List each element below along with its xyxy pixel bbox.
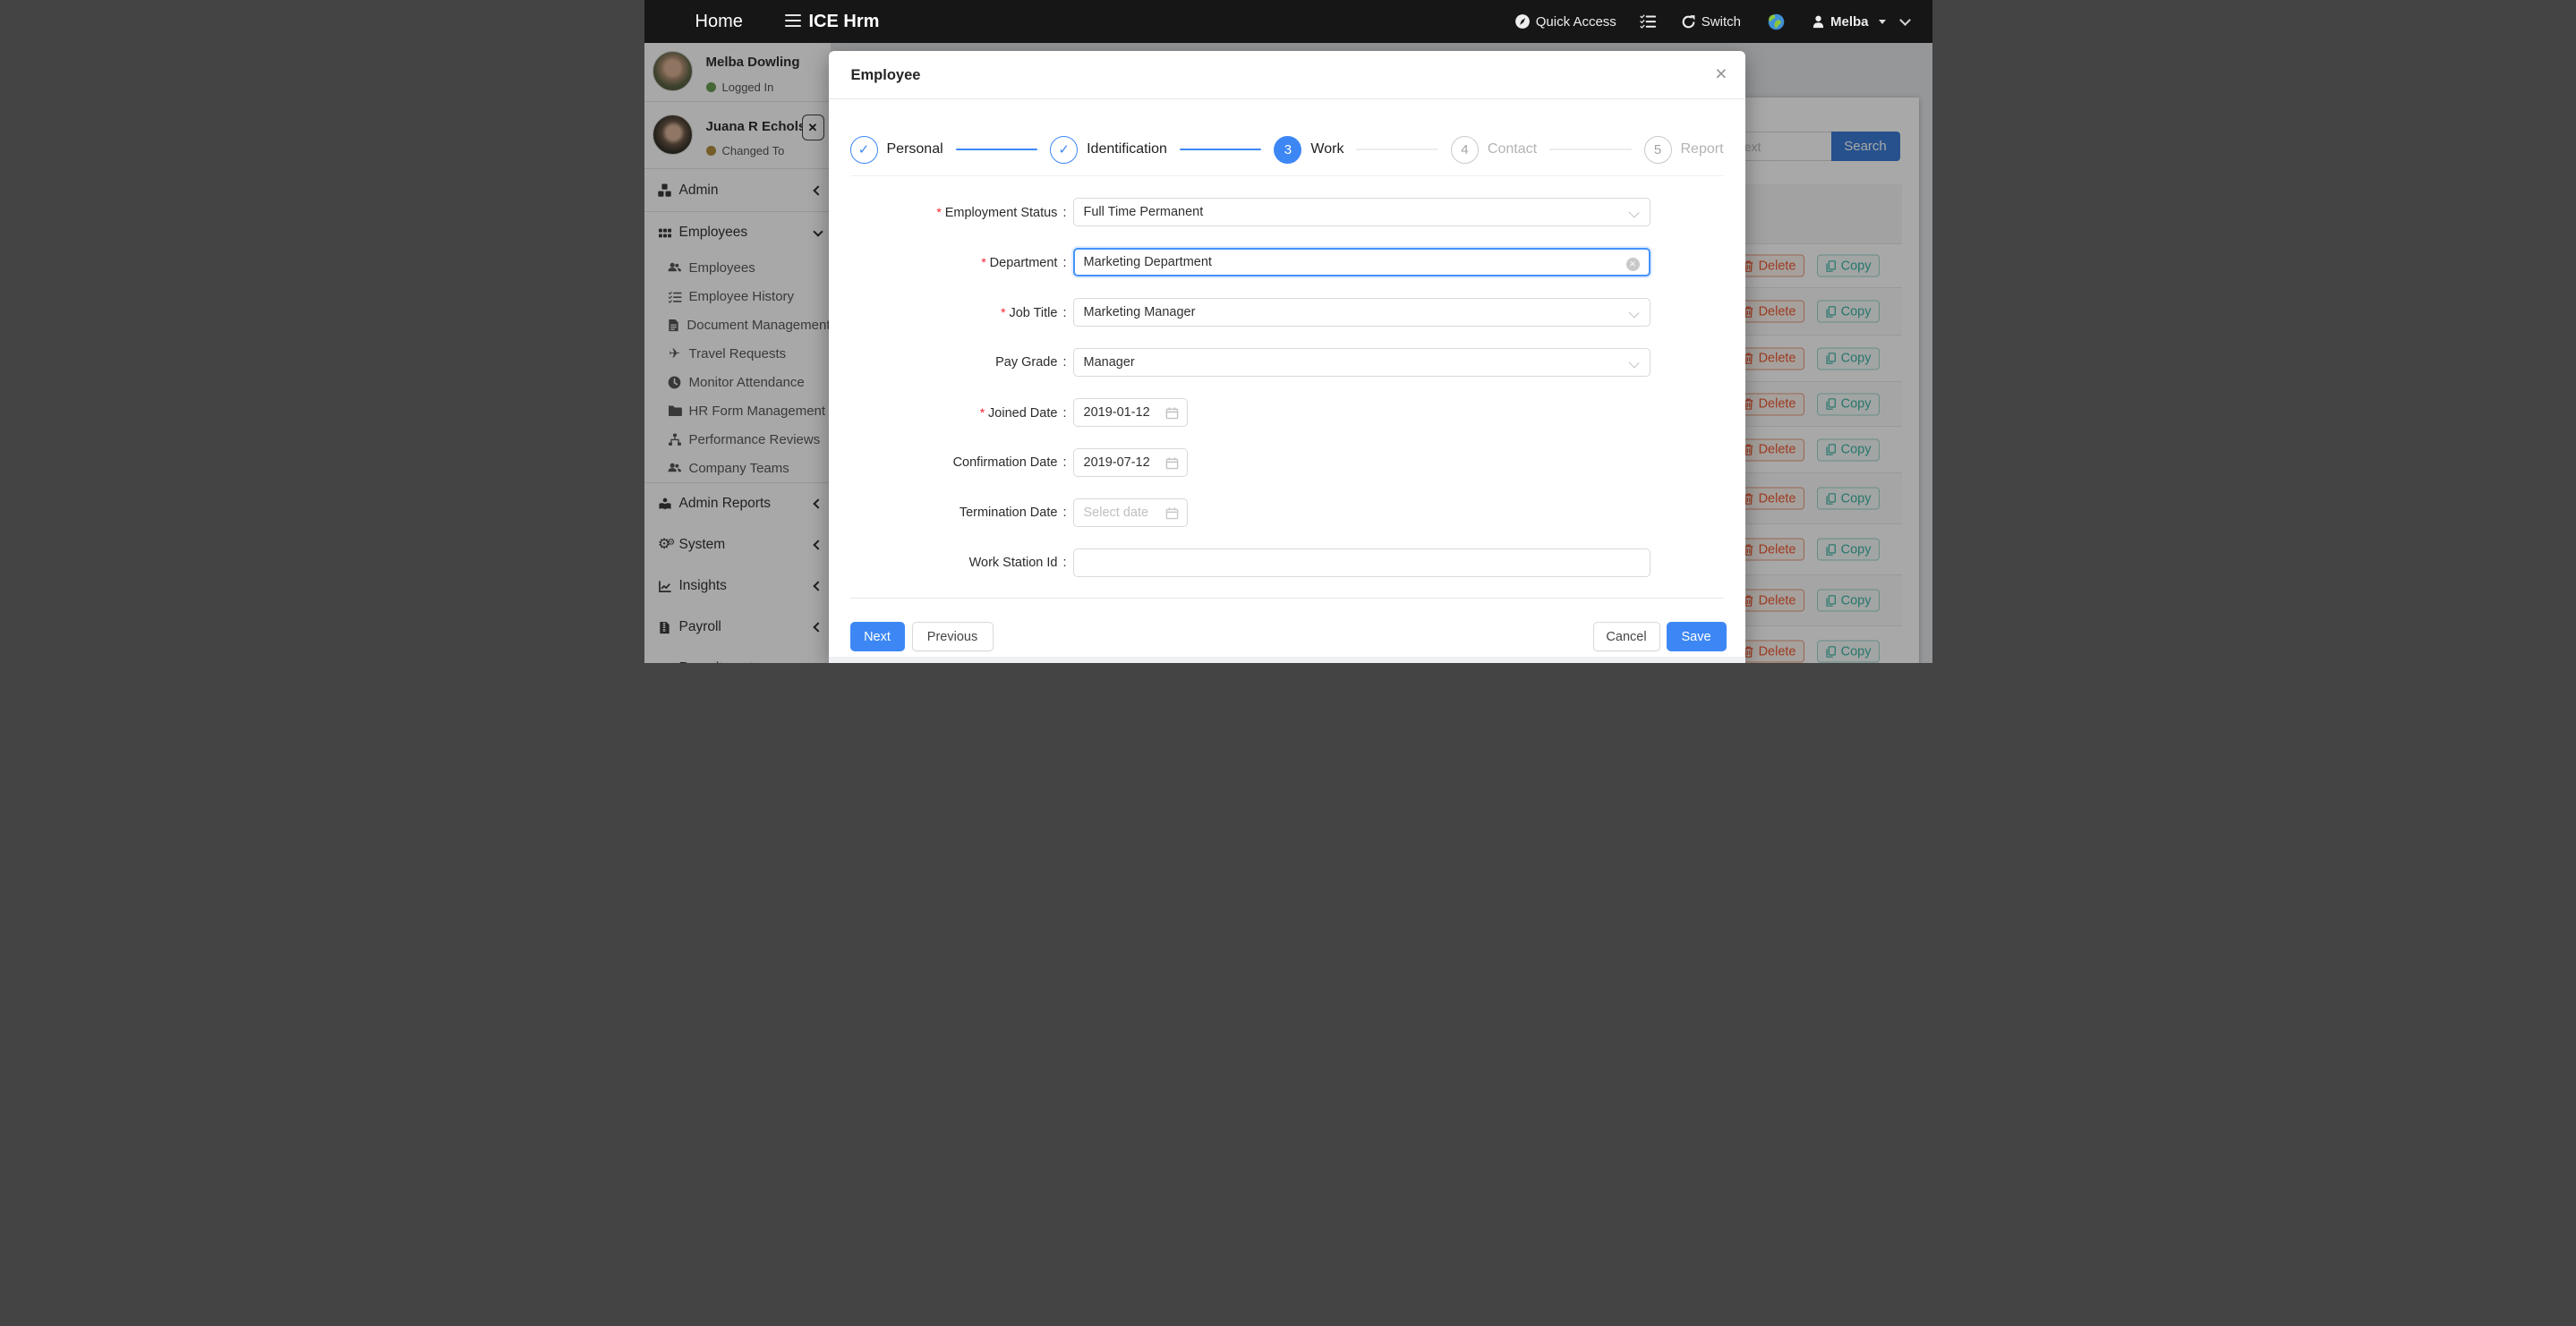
employee-modal: Employee × ✓ Personal ✓ Identification 3…: [829, 51, 1745, 663]
calendar-icon: [1165, 506, 1179, 524]
previous-button[interactable]: Previous: [912, 622, 994, 651]
step-work[interactable]: 3 Work: [1274, 136, 1343, 164]
step-report[interactable]: 5 Report: [1644, 136, 1724, 164]
field-label: Work Station Id: [829, 548, 1067, 577]
field-department: Department Marketing Department ✕: [829, 248, 1745, 276]
step-connector: [1549, 149, 1631, 150]
field-work-station-id: Work Station Id: [829, 548, 1745, 577]
step-connector: [1180, 149, 1261, 150]
topbar: Home ICE Hrm Quick Access Switch: [644, 0, 1932, 43]
cancel-button[interactable]: Cancel: [1593, 622, 1660, 651]
calendar-icon: [1165, 406, 1179, 424]
switch-button[interactable]: Switch: [1681, 14, 1741, 30]
chevron-down-icon[interactable]: [1899, 14, 1911, 26]
checklist-icon: [1640, 13, 1656, 30]
quick-access-button[interactable]: Quick Access: [1514, 13, 1616, 30]
person-icon: [1812, 15, 1825, 29]
calendar-icon: [1165, 456, 1179, 474]
step-identification[interactable]: ✓ Identification: [1050, 136, 1167, 164]
step-contact[interactable]: 4 Contact: [1451, 136, 1537, 164]
employment-status-select[interactable]: Full Time Permanent: [1073, 198, 1651, 226]
department-select[interactable]: Marketing Department ✕: [1073, 248, 1651, 276]
save-button[interactable]: Save: [1667, 622, 1727, 651]
check-icon: ✓: [1050, 136, 1078, 164]
chevron-down-icon: [1628, 307, 1639, 318]
chevron-down-icon: [1628, 357, 1639, 368]
field-label: Employment Status: [829, 198, 1067, 226]
clear-icon[interactable]: ✕: [1626, 258, 1640, 271]
work-station-id-input[interactable]: [1073, 548, 1651, 577]
app-window: Search DeleteCopyDeleteCopyDeleteCopyDel…: [644, 0, 1932, 663]
field-job-title: Job Title Marketing Manager: [829, 298, 1745, 327]
close-icon[interactable]: ×: [1715, 61, 1727, 88]
step-connector: [1356, 149, 1437, 150]
field-pay-grade: Pay Grade Manager: [829, 348, 1745, 377]
confirmation-date-picker[interactable]: 2019-07-12: [1073, 448, 1188, 477]
step-personal[interactable]: ✓ Personal: [850, 136, 943, 164]
check-icon: ✓: [850, 136, 878, 164]
field-label: Department: [829, 248, 1067, 276]
compass-icon: [1514, 13, 1531, 30]
field-joined-date: Joined Date 2019-01-12: [829, 398, 1745, 427]
divider: [850, 598, 1724, 599]
field-termination-date: Termination Date Select date: [829, 498, 1745, 527]
step-number: 3: [1274, 136, 1301, 164]
modal-title: Employee: [851, 51, 921, 99]
field-label: Job Title: [829, 298, 1067, 327]
field-label: Pay Grade: [829, 348, 1067, 377]
field-label: Joined Date: [829, 398, 1067, 427]
chevron-down-icon: [1628, 207, 1639, 217]
joined-date-picker[interactable]: 2019-01-12: [1073, 398, 1188, 427]
user-menu[interactable]: Melba: [1812, 14, 1886, 30]
hamburger-menu-icon[interactable]: [785, 14, 801, 28]
step-connector: [956, 149, 1037, 150]
caret-down-icon: [1879, 20, 1886, 24]
divider: [850, 175, 1724, 176]
field-label: Confirmation Date: [829, 448, 1067, 477]
field-employment-status: Employment Status Full Time Permanent: [829, 198, 1745, 226]
switch-refresh-icon: [1681, 14, 1696, 30]
field-confirmation-date: Confirmation Date 2019-07-12: [829, 448, 1745, 477]
home-link[interactable]: Home: [695, 0, 743, 43]
job-title-select[interactable]: Marketing Manager: [1073, 298, 1651, 327]
step-number: 5: [1644, 136, 1672, 164]
termination-date-picker[interactable]: Select date: [1073, 498, 1188, 527]
language-globe-icon[interactable]: [1768, 13, 1785, 30]
pay-grade-select[interactable]: Manager: [1073, 348, 1651, 377]
modal-header: Employee ×: [829, 51, 1745, 99]
wizard-steps: ✓ Personal ✓ Identification 3 Work 4 Con…: [850, 123, 1724, 176]
modal-bottom-strip: [829, 657, 1745, 663]
todo-list-button[interactable]: [1640, 13, 1656, 30]
field-label: Termination Date: [829, 498, 1067, 527]
step-number: 4: [1451, 136, 1479, 164]
app-title: ICE Hrm: [809, 0, 880, 43]
next-button[interactable]: Next: [850, 622, 905, 651]
